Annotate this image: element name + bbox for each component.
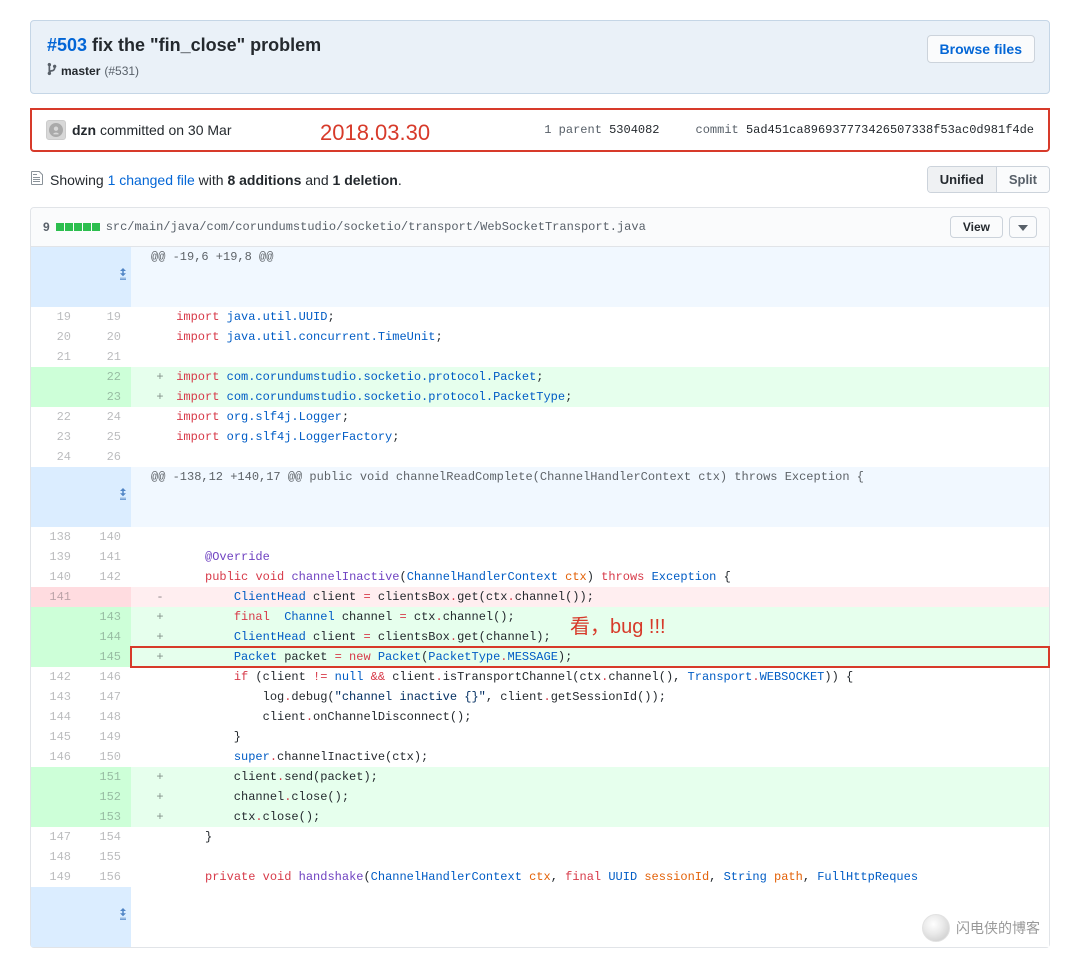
issue-link[interactable]: #503 xyxy=(47,35,87,55)
changed-files-link[interactable]: 1 changed file xyxy=(108,172,195,188)
avatar[interactable] xyxy=(46,120,66,140)
branch-name[interactable]: master xyxy=(61,64,100,78)
diff-table: @@ -19,6 +19,8 @@ 1919 import java.util.… xyxy=(31,247,1049,947)
file-header: 9 src/main/java/com/corundumstudio/socke… xyxy=(31,208,1049,247)
commit-meta-bar: dzn committed on 30 Mar 1 parent 5304082… xyxy=(30,108,1050,152)
expand-icon[interactable] xyxy=(31,247,131,307)
author-box: dzn committed on 30 Mar xyxy=(46,120,232,140)
file-icon xyxy=(30,170,44,189)
branch-suffix: (#531) xyxy=(104,64,139,78)
author-name[interactable]: dzn xyxy=(72,122,96,138)
split-button[interactable]: Split xyxy=(996,167,1049,192)
expand-bottom[interactable] xyxy=(31,887,1049,947)
unified-button[interactable]: Unified xyxy=(928,167,996,192)
file-path[interactable]: src/main/java/com/corundumstudio/socketi… xyxy=(106,220,646,234)
commit-header: #503 fix the "fin_close" problem master … xyxy=(30,20,1050,94)
diff-view-toggle: Unified Split xyxy=(927,166,1050,193)
parent-sha-link[interactable]: 5304082 xyxy=(609,123,659,137)
hunk-header: @@ -19,6 +19,8 @@ xyxy=(31,247,1049,307)
watermark: 闪电侠的博客 xyxy=(922,914,1040,942)
commit-sha-info: 1 parent 5304082 commit 5ad451ca89693777… xyxy=(544,123,1034,137)
expand-icon[interactable] xyxy=(31,467,131,527)
file-diff-box: 9 src/main/java/com/corundumstudio/socke… xyxy=(30,207,1050,948)
diff-stat-bar xyxy=(56,223,100,231)
branch-row: master (#531) xyxy=(47,62,1033,79)
commit-date: committed on 30 Mar xyxy=(96,122,231,138)
hunk-header: @@ -138,12 +140,17 @@ public void channe… xyxy=(31,467,1049,527)
diff-count: 9 xyxy=(43,220,50,234)
bug-annotation: 看，bug !!! xyxy=(570,610,666,639)
chevron-down-icon[interactable] xyxy=(1009,216,1037,238)
commit-title: #503 fix the "fin_close" problem xyxy=(47,35,1033,56)
view-file-button[interactable]: View xyxy=(950,216,1003,238)
watermark-avatar-icon xyxy=(922,914,950,942)
diff-summary-row: Showing 1 changed file with 8 additions … xyxy=(30,166,1050,193)
browse-files-button[interactable]: Browse files xyxy=(927,35,1035,63)
date-annotation: 2018.03.30 xyxy=(320,120,430,146)
commit-sha: 5ad451ca896937773426507338f53ac0d981f4de xyxy=(746,123,1034,137)
branch-icon xyxy=(47,62,57,79)
